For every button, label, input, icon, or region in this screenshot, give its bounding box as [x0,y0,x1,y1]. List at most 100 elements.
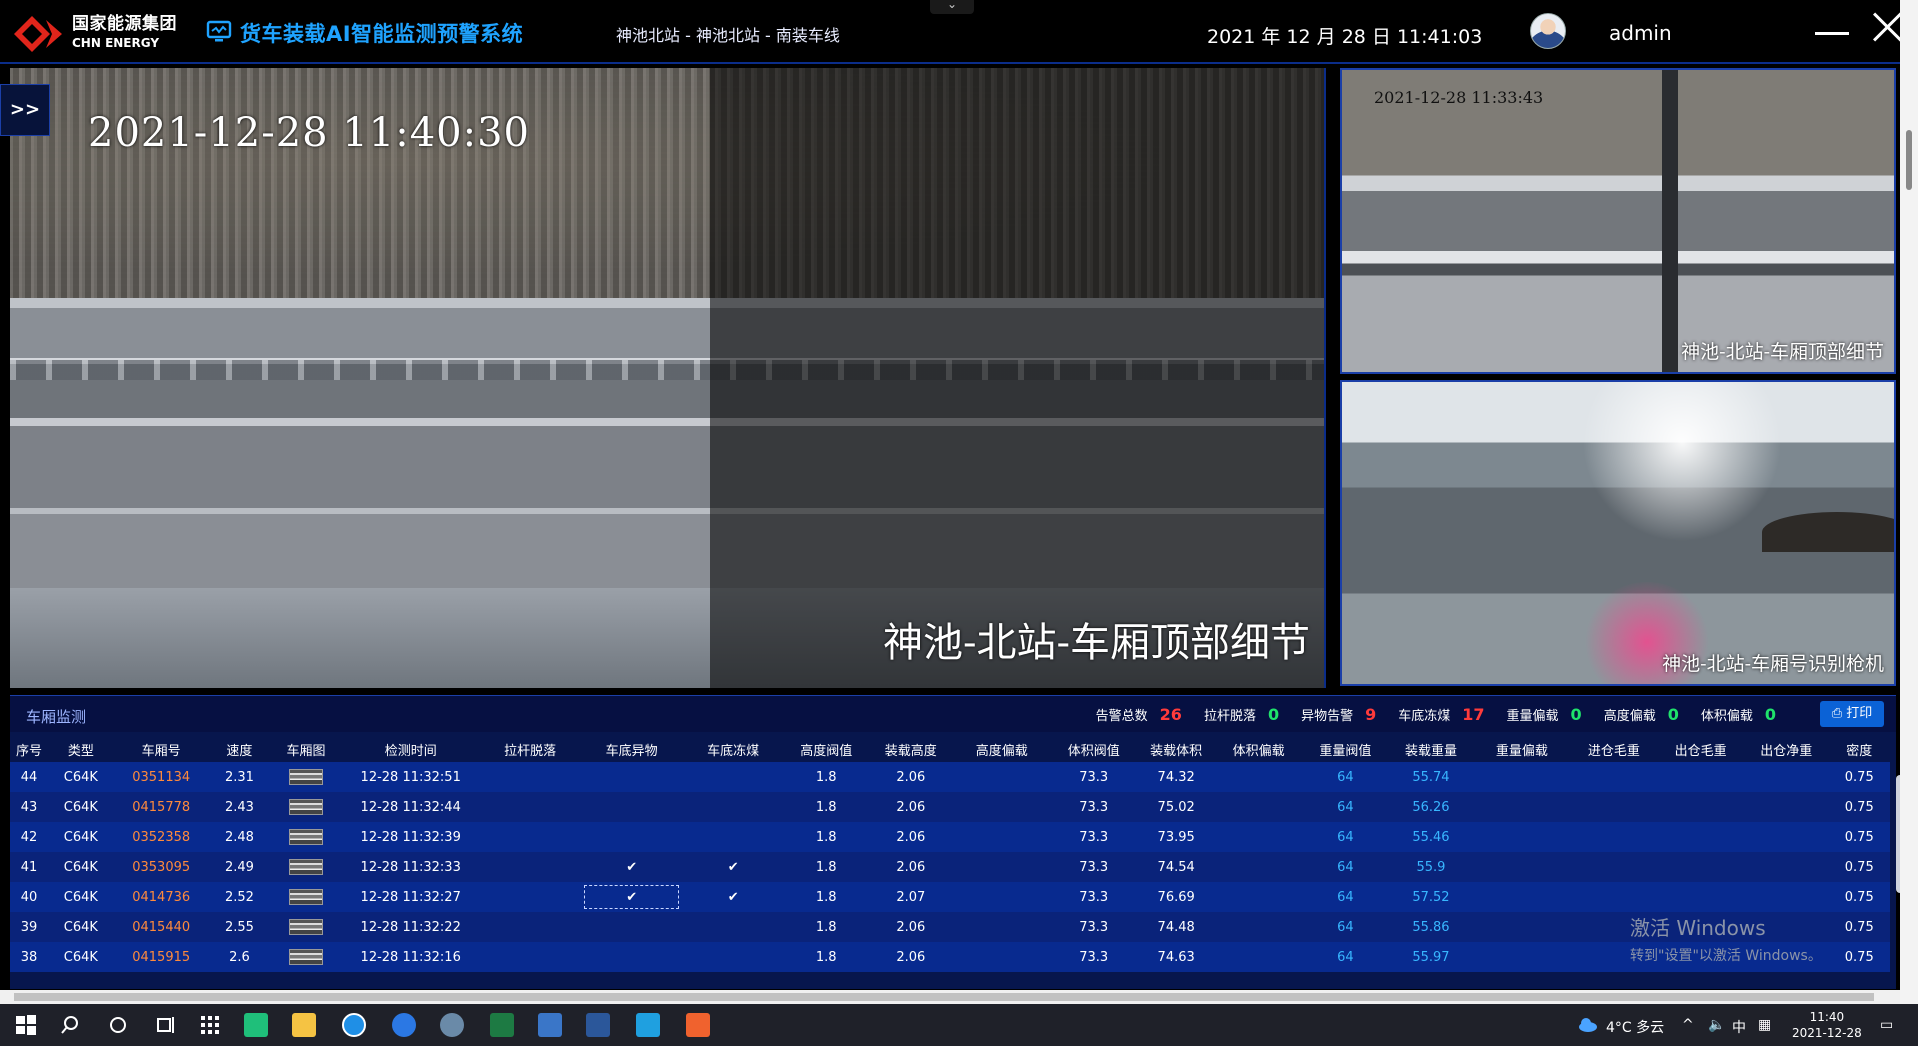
car-thumbnail[interactable] [289,919,324,935]
column-header[interactable]: 装载重量 [1389,736,1474,762]
column-header[interactable]: 车底异物 [581,736,683,762]
table-cell: C64K [63,859,98,875]
table-row[interactable]: 38 C64K 0415915 2.6 12-28 11:32:16 1.8 2.06 73.… [10,942,1890,972]
side-camera-top[interactable]: 2021-12-28 11:33:43 神池-北站-车厢顶部细节 [1340,68,1896,374]
column-header[interactable]: 速度 [209,736,270,762]
car-thumbnail[interactable] [289,859,324,875]
search-icon[interactable] [58,1013,82,1037]
table-cell: 41 [20,859,38,875]
ie-icon[interactable] [392,1013,416,1037]
mindmap-app-icon[interactable] [244,1013,268,1037]
file-explorer-icon[interactable] [292,1013,316,1037]
column-header[interactable]: 体积偏载 [1215,736,1302,762]
app-header: 国家能源集团 CHN ENERGY 货车装载AI智能监测预警系统 神池北站 - … [0,0,1900,64]
volume-icon[interactable]: 🔈 [1708,1017,1725,1033]
brand: 国家能源集团 CHN ENERGY [72,16,177,50]
car-thumbnail[interactable] [289,769,324,785]
taskbar-clock[interactable]: 11:40 2021-12-28 [1792,1009,1862,1041]
table-cell [682,912,784,942]
horizontal-scrollbar[interactable] [0,990,1900,1004]
table-cell: 74.54 [1157,859,1195,875]
column-header[interactable]: 重量偏载 [1473,736,1570,762]
column-header[interactable]: 车厢号 [114,736,209,762]
table-cell: 1.8 [815,829,837,845]
avatar[interactable] [1530,13,1566,49]
column-header[interactable]: 拉杆脱落 [479,736,581,762]
table-cell [953,912,1050,942]
word-icon[interactable] [586,1013,610,1037]
close-icon[interactable] [1872,12,1902,42]
car-monitor-panel: 车厢监测 告警总数 26 拉杆脱落 0 异物告警 9 车底冻煤 17 重量偏载 0 高度偏载 0 体积偏… [10,695,1896,989]
username[interactable]: admin [1609,21,1672,45]
window-app-icon[interactable] [538,1013,562,1037]
column-header[interactable]: 装载体积 [1137,736,1215,762]
car-thumbnail[interactable] [289,829,324,845]
table-cell: 74.32 [1157,769,1195,785]
table-cell: ✔ [727,889,739,905]
column-header[interactable]: 重量阀值 [1302,736,1389,762]
column-header[interactable]: 高度偏载 [953,736,1050,762]
column-header[interactable]: 类型 [48,736,114,762]
minimize-icon[interactable] [1815,32,1849,35]
notification-icon[interactable]: ▭ [1880,1017,1893,1033]
weather-cloud-icon[interactable] [1576,1013,1600,1037]
collapse-header-button[interactable]: ⌄ [930,0,974,14]
main-camera-view[interactable]: 2021-12-28 11:40:30 神池-北站-车厢顶部细节 [10,68,1326,688]
ime-indicator[interactable]: 中 [1732,1017,1746,1037]
print-button[interactable]: ⎙ 打印 [1820,701,1884,727]
brand-name-en: CHN ENERGY [72,36,160,50]
table-cell: 12-28 11:32:51 [360,769,461,785]
column-header[interactable]: 出仓毛重 [1657,736,1744,762]
stat-label: 高度偏载 [1603,709,1656,724]
table-row[interactable]: 43 C64K 0415778 2.43 12-28 11:32:44 1.8 2.06 73… [10,792,1890,822]
chevron-up-icon[interactable]: ^ [1682,1017,1694,1033]
page-vertical-scrollbar[interactable] [1900,0,1918,1004]
column-header[interactable]: 检测时间 [342,736,479,762]
keyboard-grid-icon[interactable]: ▦ [1758,1017,1771,1033]
weather-text[interactable]: 4°C 多云 [1606,1017,1664,1037]
expand-sidebar-button[interactable]: >> [0,84,50,136]
table-cell: 0.75 [1844,949,1874,965]
column-header[interactable]: 密度 [1829,736,1890,762]
car-thumbnail[interactable] [289,799,324,815]
column-header[interactable]: 体积阀值 [1050,736,1137,762]
side-camera-bottom[interactable]: 神池-北站-车厢号识别枪机 [1340,380,1896,686]
table-cell [1744,792,1829,822]
cortana-icon[interactable] [106,1013,130,1037]
column-header[interactable]: 车底冻煤 [682,736,784,762]
table-row[interactable]: 42 C64K 0352358 2.48 12-28 11:32:39 1.8 2.06 73… [10,822,1890,852]
car-thumbnail[interactable] [289,889,324,905]
edge-icon[interactable] [342,1013,366,1037]
column-header[interactable]: 序号 [10,736,48,762]
app-blue-icon[interactable] [636,1013,660,1037]
table-cell: 74.63 [1157,949,1195,965]
clock-time: 11:40 [1809,1010,1845,1024]
table-cell: 0415440 [132,919,191,935]
monitor-icon [206,20,232,42]
table-cell [581,822,683,852]
tool-app-icon[interactable] [440,1013,464,1037]
car-thumbnail[interactable] [289,949,324,965]
breadcrumb[interactable]: 神池北站 - 神池北站 - 南装车线 [616,22,840,46]
task-view-icon[interactable] [154,1013,178,1037]
table-row[interactable]: 41 C64K 0353095 2.49 12-28 11:32:33 ✔ ✔ 1.8 2.06… [10,852,1890,882]
table-cell [953,882,1050,912]
column-header[interactable]: 装载高度 [869,736,954,762]
table-cell: 64 [1337,829,1354,845]
windows-start-icon[interactable] [14,1013,38,1037]
apps-grid-icon[interactable] [198,1013,222,1037]
table-cell [581,912,683,942]
excel-icon[interactable] [490,1013,514,1037]
table-row[interactable]: 44 C64K 0351134 2.31 12-28 11:32:51 1.8 2.06 73… [10,762,1890,792]
table-row[interactable]: 39 C64K 0415440 2.55 12-28 11:32:22 1.8 2.06 73… [10,912,1890,942]
column-header[interactable]: 出仓净重 [1744,736,1829,762]
table-cell [1215,762,1302,792]
table-cell [479,912,581,942]
app-orange-icon[interactable] [686,1013,710,1037]
windows-activation-watermark: 激活 Windows 转到"设置"以激活 Windows。 [1630,912,1822,965]
column-header[interactable]: 进仓毛重 [1571,736,1658,762]
column-header[interactable]: 高度阀值 [784,736,869,762]
table-row[interactable]: 40 C64K 0414736 2.52 12-28 11:32:27 ✔ ✔ 1.8 2.07… [10,882,1890,912]
table-cell: 43 [20,799,38,815]
column-header[interactable]: 车厢图 [270,736,342,762]
